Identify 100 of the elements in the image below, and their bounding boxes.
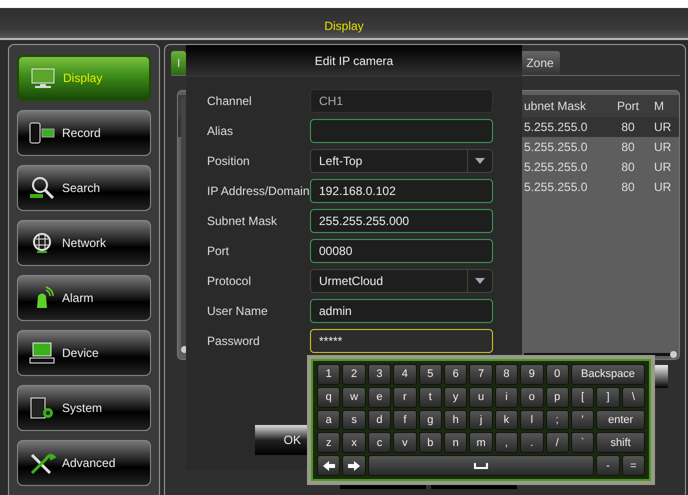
key[interactable]: e (368, 386, 392, 408)
tablet-gear-icon (28, 396, 56, 420)
key[interactable]: t (418, 386, 442, 408)
column-header: ubnet Mask (524, 99, 588, 113)
space-icon (474, 462, 488, 469)
left-arrow-key[interactable] (317, 455, 340, 476)
key[interactable]: ] (596, 386, 620, 408)
key[interactable]: 1 (317, 364, 340, 385)
phone-film-icon (28, 121, 56, 145)
key[interactable]: 0 (546, 364, 569, 385)
key[interactable]: g (418, 410, 442, 430)
key[interactable]: k (494, 410, 518, 430)
key[interactable]: q (317, 386, 340, 408)
menu-button[interactable]: System (17, 385, 151, 431)
key[interactable]: Backspace (570, 364, 645, 385)
key[interactable]: , (494, 432, 518, 454)
field-label: Position (207, 154, 251, 168)
key[interactable]: v (393, 432, 417, 454)
key[interactable]: w (342, 386, 366, 408)
right-arrow-icon (348, 460, 360, 471)
input-field[interactable] (310, 119, 493, 143)
computer-icon (28, 341, 56, 365)
key[interactable]: b (418, 432, 442, 454)
key[interactable]: p (546, 386, 569, 408)
dialog-title: Edit IP camera (314, 54, 394, 68)
key[interactable]: = (622, 455, 645, 476)
key[interactable]: enter (596, 410, 645, 430)
key[interactable]: ; (546, 410, 569, 430)
menu-button[interactable]: Advanced (17, 440, 151, 486)
tab[interactable]: Zone (520, 51, 560, 75)
menu-button[interactable]: Alarm (17, 275, 151, 321)
key[interactable]: m (469, 432, 493, 454)
menu-button[interactable]: Search (17, 165, 151, 211)
field-label: Password (207, 334, 261, 348)
table-cell-text: 80 (620, 120, 636, 134)
key[interactable]: c (368, 432, 392, 454)
key[interactable]: \ (622, 386, 646, 408)
key[interactable]: 8 (494, 364, 518, 385)
key[interactable]: a (317, 410, 340, 430)
input-field[interactable]: ***** (310, 329, 493, 353)
key[interactable]: ' (570, 410, 594, 430)
key[interactable]: 4 (393, 364, 417, 385)
dropdown[interactable]: UrmetCloud (310, 269, 493, 293)
key[interactable]: j (469, 410, 493, 430)
key[interactable]: 7 (469, 364, 493, 385)
key[interactable]: . (520, 432, 544, 454)
key[interactable]: - (596, 455, 620, 476)
table-cell-text: 5.255.255.0 (524, 140, 588, 154)
field-label: Port (207, 244, 230, 258)
key[interactable]: s (342, 410, 366, 430)
scrollbar-thumb[interactable] (670, 351, 677, 358)
key[interactable]: 3 (368, 364, 392, 385)
key[interactable]: l (520, 410, 544, 430)
magnifier-icon (28, 176, 56, 200)
key[interactable]: 9 (520, 364, 544, 385)
input-field[interactable]: 00080 (310, 239, 493, 263)
key[interactable]: h (444, 410, 468, 430)
column-header: M (653, 99, 665, 113)
key[interactable]: d (368, 410, 392, 430)
key[interactable]: r (393, 386, 417, 408)
table-cell-text: UR (653, 120, 672, 134)
input-field[interactable]: CH1 (310, 89, 493, 113)
key[interactable]: 6 (444, 364, 468, 385)
menu-button[interactable]: Display (17, 55, 151, 101)
menu-button[interactable]: Record (17, 110, 151, 156)
key[interactable]: [ (570, 386, 594, 408)
window-title: Display (324, 19, 364, 35)
key[interactable]: n (444, 432, 468, 454)
field-label: Subnet Mask (207, 214, 278, 228)
table-cell-text: UR (653, 160, 672, 174)
table-cell-text: UR (653, 140, 672, 154)
menu-button[interactable]: Device (17, 330, 151, 376)
key[interactable]: u (469, 386, 493, 408)
key[interactable]: y (444, 386, 468, 408)
key[interactable]: o (520, 386, 544, 408)
menu-button[interactable]: Network (17, 220, 151, 266)
table-cell-text: 5.255.255.0 (524, 180, 588, 194)
key[interactable]: z (317, 432, 340, 454)
caret-icon (475, 158, 485, 164)
key[interactable]: 2 (342, 364, 366, 385)
key[interactable]: x (342, 432, 366, 454)
key[interactable]: shift (596, 432, 645, 454)
key[interactable]: / (546, 432, 569, 454)
key[interactable]: i (494, 386, 518, 408)
right-arrow-key[interactable] (342, 455, 366, 476)
field-label: IP Address/Domain (207, 184, 310, 198)
field-label: Protocol (207, 274, 252, 288)
key[interactable]: ` (570, 432, 594, 454)
input-field[interactable]: admin (310, 299, 493, 323)
input-field[interactable]: 255.255.255.000 (310, 209, 493, 233)
table-cell-text: 80 (620, 160, 636, 174)
field-label: User Name (207, 304, 269, 318)
column-header: Port (616, 99, 640, 113)
field-label: Alias (207, 124, 234, 138)
monitor-icon (29, 66, 57, 90)
key[interactable]: 5 (418, 364, 442, 385)
table-cell-text: 80 (620, 140, 636, 154)
key[interactable]: f (393, 410, 417, 430)
dropdown[interactable]: Left-Top (310, 149, 493, 173)
input-field[interactable]: 192.168.0.102 (310, 179, 493, 203)
